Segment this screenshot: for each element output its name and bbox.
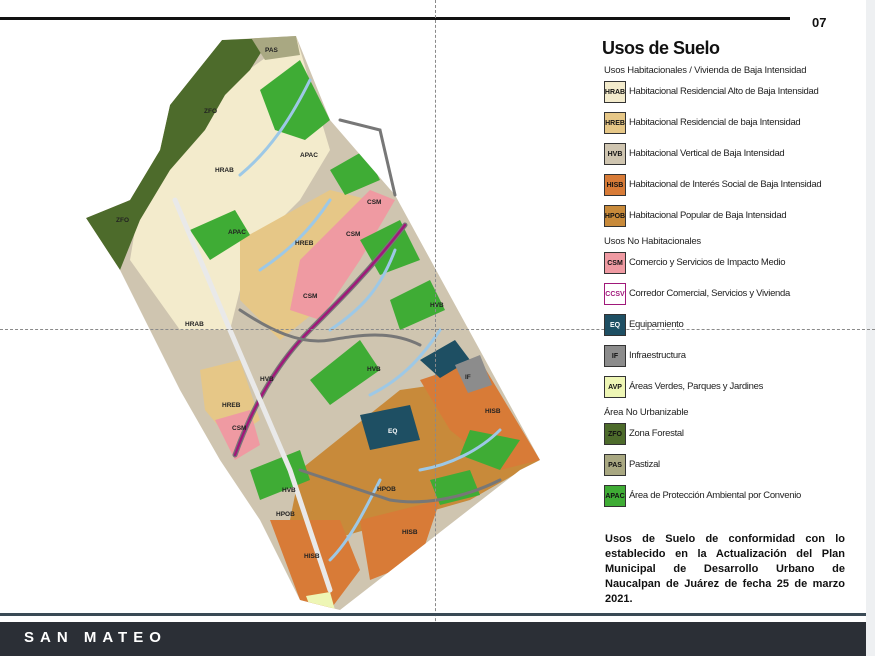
legend-label-zfo: Zona Forestal [629,428,684,439]
legend-item-if: IF Infraestructura [604,345,852,367]
legend-item-hisb: HISB Habitacional de Interés Social de B… [604,174,852,196]
page-number: 07 [812,15,827,30]
legend-swatch-hvb: HVB [604,143,626,165]
label-hrab-north: HRAB [215,167,234,174]
map-zones [86,36,540,610]
legend-label-eq: Equipamiento [629,319,684,330]
label-hisb-southeast: HISB [402,529,418,536]
label-apac-north: APAC [300,152,318,159]
legend-swatch-eq: EQ [604,314,626,336]
footer-bar: SAN MATEO [0,622,866,656]
label-csm-low: CSM [303,293,317,300]
label-hreb: HREB [295,240,314,247]
label-csm-south: CSM [232,425,246,432]
legend-label-if: Infraestructura [629,350,686,361]
label-hpob-south: HPOB [276,511,295,518]
legend-label-hpob: Habitacional Popular de Baja Intensidad [629,210,787,221]
label-eq: EQ [388,428,397,435]
legend-item-hreb: HREB Habitacional Residencial de baja In… [604,112,852,134]
legend-swatch-apac: APAC [604,485,626,507]
label-hvb-center: HVB [367,366,381,373]
label-apac-mid: APAC [228,229,246,236]
label-csm-north: CSM [367,199,381,206]
legend-swatch-hpob: HPOB [604,205,626,227]
legend-swatch-hrab: HRAB [604,81,626,103]
legend-item-pas: PAS Pastizal [604,454,852,476]
legend-item-avp: AVP Áreas Verdes, Parques y Jardines [604,376,852,398]
legend-swatch-ccsv: CCSV [604,283,626,305]
legend-group-title: Área No Urbanizable [604,407,689,418]
label-zfo-north: ZFO [204,108,217,115]
guide-line-vertical [435,0,436,656]
label-hisb-east: HISB [485,408,501,415]
legend-label-hreb: Habitacional Residencial de baja Intensi… [629,117,801,128]
legend-label-hrab: Habitacional Residencial Alto de Baja In… [629,86,819,97]
legend-swatch-zfo: ZFO [604,423,626,445]
label-zfo-south: ZFO [116,217,129,224]
label-hreb-south: HREB [222,402,241,409]
legend-label-hvb: Habitacional Vertical de Baja Intensidad [629,148,785,159]
legend-swatch-avp: AVP [604,376,626,398]
map-legend: Usos de Suelo Usos Habitacionales / Vivi… [602,38,852,516]
legend-label-avp: Áreas Verdes, Parques y Jardines [629,381,764,392]
page-edge [866,0,875,656]
land-use-map: PAS ZFO ZFO HRAB HRAB APAC APAC HREB HRE… [86,36,540,610]
label-hisb-south: HISB [304,553,320,560]
footer-title: SAN MATEO [24,629,167,646]
legend-title: Usos de Suelo [602,38,720,58]
legend-group-title: Usos Habitacionales / Vivienda de Baja I… [604,65,807,76]
legend-item-hvb: HVB Habitacional Vertical de Baja Intens… [604,143,852,165]
legend-swatch-if: IF [604,345,626,367]
label-hvb-south: HVB [282,487,296,494]
legend-group-title: Usos No Habitacionales [604,236,701,247]
label-hpob: HPOB [377,486,396,493]
legend-label-csm: Comercio y Servicios de Impacto Medio [629,257,786,268]
legend-item-csm: CSM Comercio y Servicios de Impacto Medi… [604,252,852,274]
label-hvb-west: HVB [260,376,274,383]
legend-swatch-hisb: HISB [604,174,626,196]
legend-swatch-hreb: HREB [604,112,626,134]
legend-label-ccsv: Corredor Comercial, Servicios y Vivienda [629,288,790,299]
legend-item-zfo: ZFO Zona Forestal [604,423,852,445]
legend-label-hisb: Habitacional de Interés Social de Baja I… [629,179,822,190]
legend-swatch-csm: CSM [604,252,626,274]
footer-rule [0,613,866,616]
legend-item-eq: EQ Equipamiento [604,314,852,336]
label-hrab-west: HRAB [185,321,204,328]
legend-label-apac: Área de Protección Ambiental por Conveni… [629,490,802,501]
legend-item-hrab: HRAB Habitacional Residencial Alto de Ba… [604,81,852,103]
legend-item-ccsv: CCSV Corredor Comercial, Servicios y Viv… [604,283,852,305]
legend-swatch-pas: PAS [604,454,626,476]
legend-item-apac: APAC Área de Protección Ambiental por Co… [604,485,852,507]
label-pas: PAS [265,47,279,54]
legend-item-hpob: HPOB Habitacional Popular de Baja Intens… [604,205,852,227]
label-if: IF [465,374,471,381]
legend-label-pas: Pastizal [629,459,660,470]
label-hvb-east: HVB [430,302,444,309]
label-csm-mid: CSM [346,231,360,238]
source-note: Usos de Suelo de conformidad con lo esta… [605,533,845,605]
